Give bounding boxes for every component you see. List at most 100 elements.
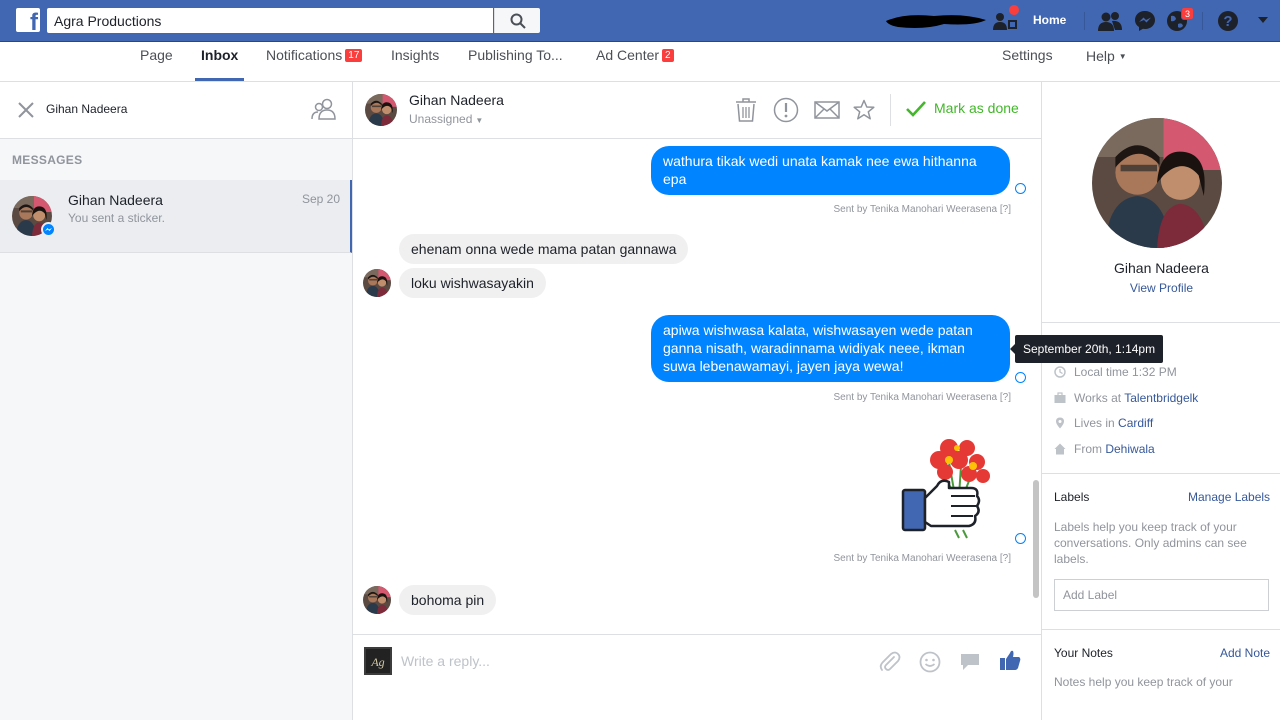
delivered-check-icon — [1015, 533, 1026, 544]
message-scrollbar[interactable] — [1033, 480, 1039, 598]
incoming-message[interactable]: bohoma pin — [399, 585, 497, 615]
from-prefix: From — [1074, 442, 1106, 456]
divider — [1042, 322, 1280, 323]
like-icon[interactable] — [999, 649, 1021, 671]
works-at-prefix: Works at — [1074, 391, 1125, 405]
add-note-link[interactable]: Add Note — [1220, 646, 1270, 660]
ad-center-count-badge: 2 — [662, 49, 674, 62]
page-nav: Page Inbox Notifications 17 Insights Publ… — [0, 42, 1280, 82]
sent-by-label: Sent by Tenika Manohari Weerasena [?] — [833, 553, 1011, 564]
reply-input[interactable] — [401, 647, 861, 675]
conversation-header: Gihan Nadeera Unassigned ▼ Mark as done — [353, 82, 1041, 139]
message-timestamp-tooltip: September 20th, 1:14pm — [1015, 335, 1164, 363]
conversation-list-panel: Gihan Nadeera MESSAGES Gihan Nadeera You… — [0, 82, 353, 720]
profile-photo[interactable] — [1092, 118, 1222, 248]
people-icon[interactable] — [311, 98, 337, 120]
tab-ad-center[interactable]: Ad Center 2 — [596, 47, 674, 63]
incoming-message[interactable]: loku wishwasayakin — [399, 268, 546, 298]
search-bar — [47, 8, 540, 33]
contact-info-panel: Gihan Nadeera View Profile Local time 1:… — [1041, 82, 1280, 720]
home-icon — [1054, 443, 1066, 455]
local-time-row: Local time 1:32 PM — [1054, 365, 1177, 379]
notes-help-text: Notes help you keep track of your — [1054, 675, 1233, 689]
message-thread: wathura tikak wedi unata kamak nee ewa h… — [353, 140, 1041, 634]
works-at-link[interactable]: Talentbridgelk — [1124, 391, 1198, 405]
trash-icon[interactable] — [735, 97, 757, 123]
profile-name: Gihan Nadeera — [1114, 260, 1209, 276]
local-time-text: Local time 1:32 PM — [1074, 365, 1177, 379]
facebook-logo-icon[interactable]: f — [16, 8, 40, 32]
mark-unread-icon[interactable] — [814, 101, 840, 119]
lives-in-row: Lives in Cardiff — [1054, 416, 1153, 430]
conversation-list-item[interactable]: Gihan Nadeera You sent a sticker. Sep 20 — [0, 180, 352, 253]
chevron-down-icon: ▼ — [475, 116, 484, 125]
view-profile-link[interactable]: View Profile — [1042, 281, 1280, 295]
tab-notifications[interactable]: Notifications 17 — [266, 47, 363, 63]
saved-replies-icon[interactable] — [960, 653, 980, 671]
svg-text:Ag: Ag — [370, 655, 384, 669]
tab-help[interactable]: Help ▼ — [1086, 48, 1127, 64]
labels-help-text: Labels help you keep track of your conve… — [1054, 520, 1247, 566]
top-divider — [1084, 12, 1085, 30]
add-label-input[interactable] — [1054, 579, 1269, 611]
tab-publishing-tools[interactable]: Publishing To... — [468, 47, 563, 63]
tab-ad-center-label: Ad Center — [596, 47, 660, 63]
flowers-thumbs-up-sticker-icon[interactable] — [897, 426, 1007, 540]
messenger-icon[interactable] — [1134, 10, 1156, 32]
attachment-icon[interactable] — [879, 651, 901, 673]
page-avatar: Ag — [364, 647, 392, 675]
mark-as-done-label: Mark as done — [934, 100, 1019, 116]
assignment-dropdown[interactable]: Unassigned ▼ — [409, 112, 483, 126]
top-divider — [1202, 12, 1203, 30]
conversation-search-header: Gihan Nadeera — [0, 82, 352, 139]
conversation-snippet: You sent a sticker. — [68, 211, 165, 225]
reply-composer: Ag — [353, 634, 1041, 720]
help-icon[interactable]: ? — [1217, 10, 1239, 32]
from-link[interactable]: Dehiwala — [1105, 442, 1154, 456]
friend-requests-dot — [1009, 5, 1019, 15]
account-menu-caret-icon[interactable] — [1258, 17, 1268, 25]
notes-heading: Your Notes — [1054, 646, 1113, 660]
lives-in-link[interactable]: Cardiff — [1118, 416, 1153, 430]
conversation-search-value[interactable]: Gihan Nadeera — [46, 102, 127, 116]
active-tab-indicator — [195, 78, 244, 81]
friends-icon[interactable] — [1098, 10, 1122, 32]
manage-labels-link[interactable]: Manage Labels — [1188, 490, 1270, 504]
tab-settings[interactable]: Settings — [1002, 47, 1053, 63]
spam-icon[interactable] — [773, 97, 799, 123]
outgoing-message[interactable]: wathura tikak wedi unata kamak nee ewa h… — [651, 146, 1010, 195]
top-bar: f Home 3 ? — [0, 0, 1280, 42]
labels-heading: Labels — [1054, 490, 1090, 504]
svg-text:?: ? — [1223, 13, 1232, 30]
avatar — [363, 586, 391, 614]
search-icon — [510, 13, 526, 29]
divider — [1042, 473, 1280, 474]
lives-in-prefix: Lives in — [1074, 416, 1119, 430]
tab-insights[interactable]: Insights — [391, 47, 439, 63]
assignment-value: Unassigned — [409, 112, 473, 126]
tab-notifications-label: Notifications — [266, 47, 343, 63]
delivered-check-icon — [1015, 183, 1026, 194]
tab-help-label: Help — [1086, 48, 1115, 64]
mark-as-done-button[interactable]: Mark as done — [906, 100, 1019, 117]
tab-inbox[interactable]: Inbox — [201, 47, 238, 63]
conversation-name: Gihan Nadeera — [68, 192, 163, 208]
emoji-icon[interactable] — [919, 651, 941, 673]
search-button[interactable] — [494, 8, 540, 33]
avatar[interactable] — [365, 94, 397, 126]
close-icon[interactable] — [18, 102, 34, 118]
checkmark-icon — [906, 101, 926, 117]
location-pin-icon — [1056, 417, 1064, 429]
star-icon[interactable] — [853, 99, 875, 121]
works-at-row: Works at Talentbridgelk — [1054, 391, 1198, 405]
clock-icon — [1054, 366, 1066, 378]
notifications-count-badge: 17 — [345, 49, 363, 62]
conversation-date: Sep 20 — [302, 192, 341, 206]
incoming-message[interactable]: ehenam onna wede mama patan gannawa — [399, 234, 689, 264]
tab-page[interactable]: Page — [140, 47, 173, 63]
outgoing-message[interactable]: apiwa wishwasa kalata, wishwasayen wede … — [651, 315, 1010, 382]
home-link[interactable]: Home — [1033, 13, 1066, 27]
conversation-title[interactable]: Gihan Nadeera — [409, 92, 504, 108]
search-input[interactable] — [47, 8, 447, 33]
header-divider — [890, 94, 891, 126]
